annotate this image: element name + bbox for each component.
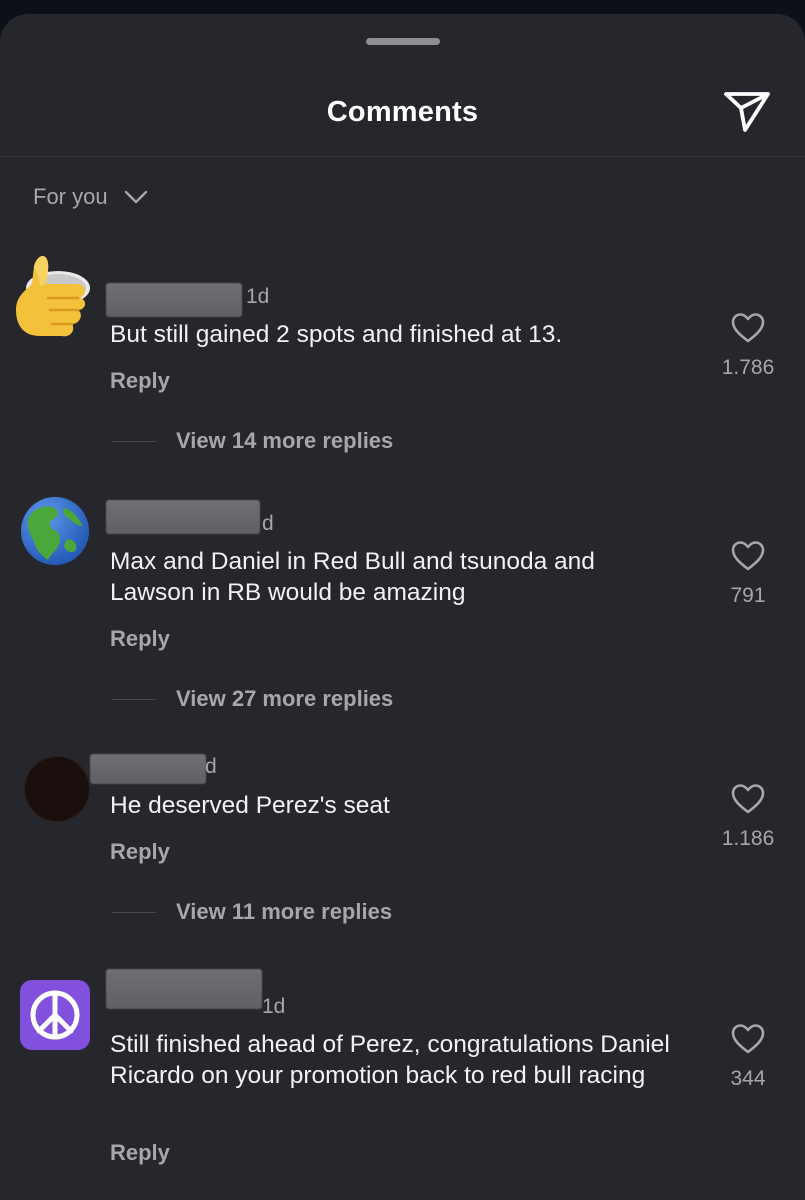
view-more-replies-label: View 11 more replies <box>176 899 393 924</box>
like-area: 791 <box>712 540 784 608</box>
comment-timestamp: 1d <box>246 285 270 308</box>
view-more-replies-label: View 27 more replies <box>176 686 394 711</box>
page-title: Comments <box>326 96 479 128</box>
avatar-dark[interactable] <box>24 756 90 822</box>
sort-filter-label: For you <box>33 184 108 209</box>
view-more-replies-label: View 14 more replies <box>176 428 394 453</box>
reply-button[interactable]: Reply <box>110 1140 170 1166</box>
username-redacted[interactable] <box>106 500 260 534</box>
avatar-globe[interactable] <box>20 496 90 566</box>
like-count: 791 <box>730 584 766 607</box>
comment-text: Max and Daniel in Red Bull and tsunoda a… <box>110 548 595 606</box>
comment-timestamp: d <box>205 755 217 778</box>
chevron-down-icon <box>124 190 147 204</box>
like-count: 1.186 <box>721 827 775 850</box>
globe-americas-emoji-icon <box>21 497 89 565</box>
send-icon[interactable] <box>723 90 771 134</box>
view-more-replies-button[interactable]: View 27 more replies <box>112 686 393 712</box>
comment-timestamp: 1d <box>262 995 286 1018</box>
avatar-peace[interactable] <box>20 980 90 1050</box>
like-count: 1.786 <box>721 356 775 379</box>
like-area: 1.786 <box>712 312 784 380</box>
view-more-replies-button[interactable]: View 11 more replies <box>112 899 392 925</box>
reply-button[interactable]: Reply <box>110 368 170 394</box>
comment-text: He deserved Perez's seat <box>110 792 390 819</box>
replies-divider-line <box>112 911 156 913</box>
replies-divider-line <box>112 698 156 700</box>
heart-icon[interactable] <box>730 783 766 815</box>
username-redacted[interactable] <box>90 754 206 784</box>
view-more-replies-button[interactable]: View 14 more replies <box>112 428 393 454</box>
like-area: 1.186 <box>712 783 784 851</box>
thumbs-up-emoji-icon <box>16 255 90 337</box>
heart-icon[interactable] <box>730 1023 766 1055</box>
heart-icon[interactable] <box>730 312 766 344</box>
comment-text: But still gained 2 spots and finished at… <box>110 321 563 348</box>
replies-divider-line <box>112 440 156 442</box>
avatar-thumbs-up[interactable] <box>10 246 94 342</box>
reply-button[interactable]: Reply <box>110 839 170 865</box>
peace-symbol-emoji-icon <box>20 980 90 1050</box>
drag-handle[interactable] <box>366 38 440 45</box>
comments-sheet: Comments For you 1d But still gained 2 s… <box>0 14 805 1200</box>
username-redacted[interactable] <box>106 969 262 1009</box>
like-count: 344 <box>730 1067 766 1090</box>
comment-text: Still finished ahead of Perez, congratul… <box>110 1031 670 1089</box>
like-area: 344 <box>712 1023 784 1091</box>
header-divider <box>0 156 805 157</box>
comment-timestamp: d <box>262 512 274 535</box>
reply-button[interactable]: Reply <box>110 626 170 652</box>
heart-icon[interactable] <box>730 540 766 572</box>
sort-filter-dropdown[interactable]: For you <box>33 184 148 210</box>
username-redacted[interactable] <box>106 283 242 317</box>
